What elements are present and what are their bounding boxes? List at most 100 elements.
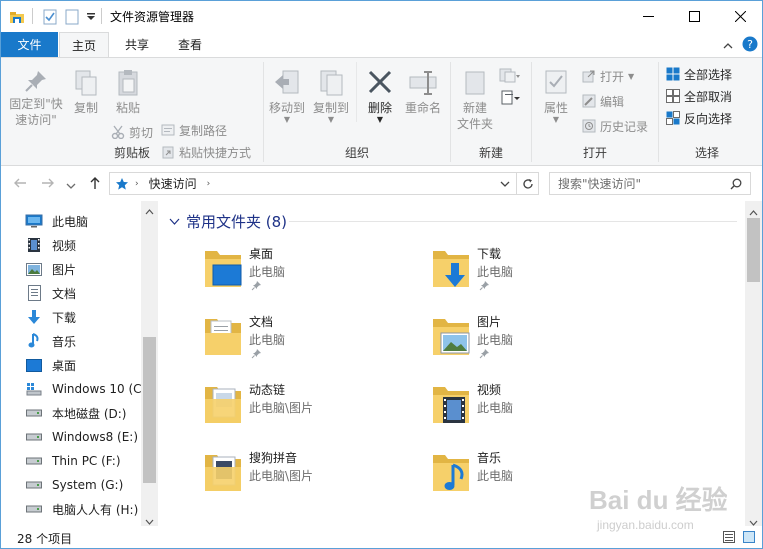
nav-item-label: 桌面 [52,358,77,373]
organize-divider [356,62,357,122]
tab-view[interactable]: 查看 [166,32,214,57]
drive-icon [25,481,43,489]
rename-button[interactable]: 重命名 [401,68,445,116]
nav-item-videos[interactable]: 视频 [25,234,76,256]
history-label: 历史记录 [600,119,649,134]
nav-item-desktop[interactable]: 桌面 [25,354,76,376]
tab-file[interactable]: 文件 [1,32,58,57]
select-all-button[interactable]: 全部选择 [666,64,732,84]
address-dropdown-icon[interactable] [500,180,510,188]
nav-item-drive-g[interactable]: System (G:) [25,474,123,496]
folder-location: 此电脑\图片 [249,469,314,483]
select-all-icon [666,67,680,81]
new-folder-button[interactable]: 新建 文件夹 [453,68,497,132]
delete-button[interactable]: 删除 ▼ [360,68,400,124]
nav-item-label: 下载 [52,310,77,325]
customize-quick-access-icon[interactable] [86,11,96,25]
window-title: 文件资源管理器 [110,10,195,24]
search-icon[interactable] [730,178,742,190]
tab-share[interactable]: 共享 [113,32,161,57]
content-scroll-thumb[interactable] [747,218,760,282]
address-bar[interactable]: › 快速访问 › [109,172,517,195]
navigation-bar: › 快速访问 › 搜索"快速访问" [1,167,762,201]
refresh-icon [522,178,533,189]
move-to-button[interactable]: 移动到 ▼ [267,68,307,124]
properties-quick-icon[interactable] [43,9,57,28]
paste-button[interactable]: 粘贴 [109,68,147,116]
invert-selection-button[interactable]: 反向选择 [666,108,732,128]
nav-item-drive-c[interactable]: Windows 10 (C [25,378,142,400]
select-none-icon [666,89,680,103]
ribbon: 固定到"快 速访问" 复制 粘贴 剪切 复制路径 粘贴快捷方式 剪贴板 移动到 … [1,57,762,166]
folder-tile-documents[interactable]: 文档 此电脑 [203,313,423,373]
nav-item-drive-h[interactable]: 电脑人人有 (H:) [25,498,138,520]
nav-item-music[interactable]: 音乐 [25,330,76,352]
move-to-dropdown-icon: ▼ [283,115,291,124]
folder-tile-videos[interactable]: 视频 此电脑 [431,381,651,441]
item-count: 28 个项目 [17,532,73,546]
new-item-button[interactable] [499,66,525,86]
up-icon[interactable] [88,176,102,193]
copy-icon [75,70,97,96]
folder-tile-dynamic-links[interactable]: 动态链 此电脑\图片 [203,381,423,441]
section-divider [289,221,737,222]
properties-button[interactable]: 属性 ▼ [536,68,576,124]
recent-locations-icon[interactable] [66,179,76,193]
breadcrumb-chevron-icon: › [206,178,211,189]
easy-access-button[interactable] [499,88,525,108]
frequent-folders-header[interactable]: 常用文件夹 (8) [169,211,287,232]
details-view-icon[interactable] [723,531,735,546]
close-button[interactable] [717,1,762,31]
refresh-button[interactable] [517,172,539,195]
music-icon [25,333,43,349]
open-label: 打开 [600,69,625,84]
nav-item-label: Windows 10 (C [52,382,142,396]
ribbon-tabs: 文件 主页 共享 查看 ? [1,32,762,58]
svg-text:?: ? [747,38,753,51]
forward-icon[interactable] [41,176,55,193]
history-button[interactable]: 历史记录 [582,116,648,136]
copy-path-button[interactable]: 复制路径 [161,120,227,140]
help-icon[interactable]: ? [742,36,758,55]
maximize-button[interactable] [671,1,717,31]
nav-item-pictures[interactable]: 图片 [25,258,76,280]
nav-item-documents[interactable]: 文档 [25,282,76,304]
folder-tile-music[interactable]: 音乐 此电脑 [431,449,651,509]
large-icons-view-icon[interactable] [743,531,755,546]
open-button[interactable]: 打开 ▼ [582,66,634,86]
breadcrumb-location[interactable]: 快速访问 [149,175,197,192]
explorer-app-icon[interactable] [9,9,25,28]
properties-icon [545,70,567,94]
nav-scroll-up-icon[interactable] [145,204,154,218]
folder-tile-pictures[interactable]: 图片 此电脑 [431,313,651,373]
tab-home[interactable]: 主页 [59,32,109,58]
copy-button[interactable]: 复制 [69,68,103,116]
back-icon[interactable] [13,176,27,193]
status-bar: 28 个项目 [1,526,762,548]
title-divider [32,8,33,24]
collapse-ribbon-icon[interactable] [723,39,733,53]
nav-item-drive-d[interactable]: 本地磁盘 (D:) [25,402,126,424]
folder-tile-downloads[interactable]: 下载 此电脑 [431,245,651,305]
select-none-button[interactable]: 全部取消 [666,86,732,106]
nav-item-downloads[interactable]: 下载 [25,306,76,328]
cut-button[interactable]: 剪切 [111,122,153,142]
content-scroll-up-icon[interactable] [749,205,758,219]
new-group-label: 新建 [478,146,503,160]
minimize-button[interactable] [625,1,671,31]
pin-to-quick-access-button[interactable]: 固定到"快 速访问" [7,68,65,128]
folder-tile-sogou-pinyin[interactable]: 搜狗拼音 此电脑\图片 [203,449,423,509]
nav-pane-scroll-thumb[interactable] [143,337,156,483]
nav-item-this-pc[interactable]: 此电脑 [25,210,88,232]
search-box[interactable]: 搜索"快速访问" [549,172,751,195]
new-folder-label-2: 文件夹 [456,117,493,131]
copy-to-button[interactable]: 复制到 ▼ [309,68,353,124]
new-folder-quick-icon[interactable] [65,9,79,28]
folder-tile-desktop[interactable]: 桌面 此电脑 [203,245,423,305]
nav-item-drive-f[interactable]: Thin PC (F:) [25,450,121,472]
edit-button[interactable]: 编辑 [582,91,624,111]
nav-item-drive-e[interactable]: Windows8 (E:) [25,426,138,448]
folder-location: 此电脑\图片 [249,401,314,415]
folder-name: 音乐 [477,451,502,465]
videos-icon [25,237,43,253]
